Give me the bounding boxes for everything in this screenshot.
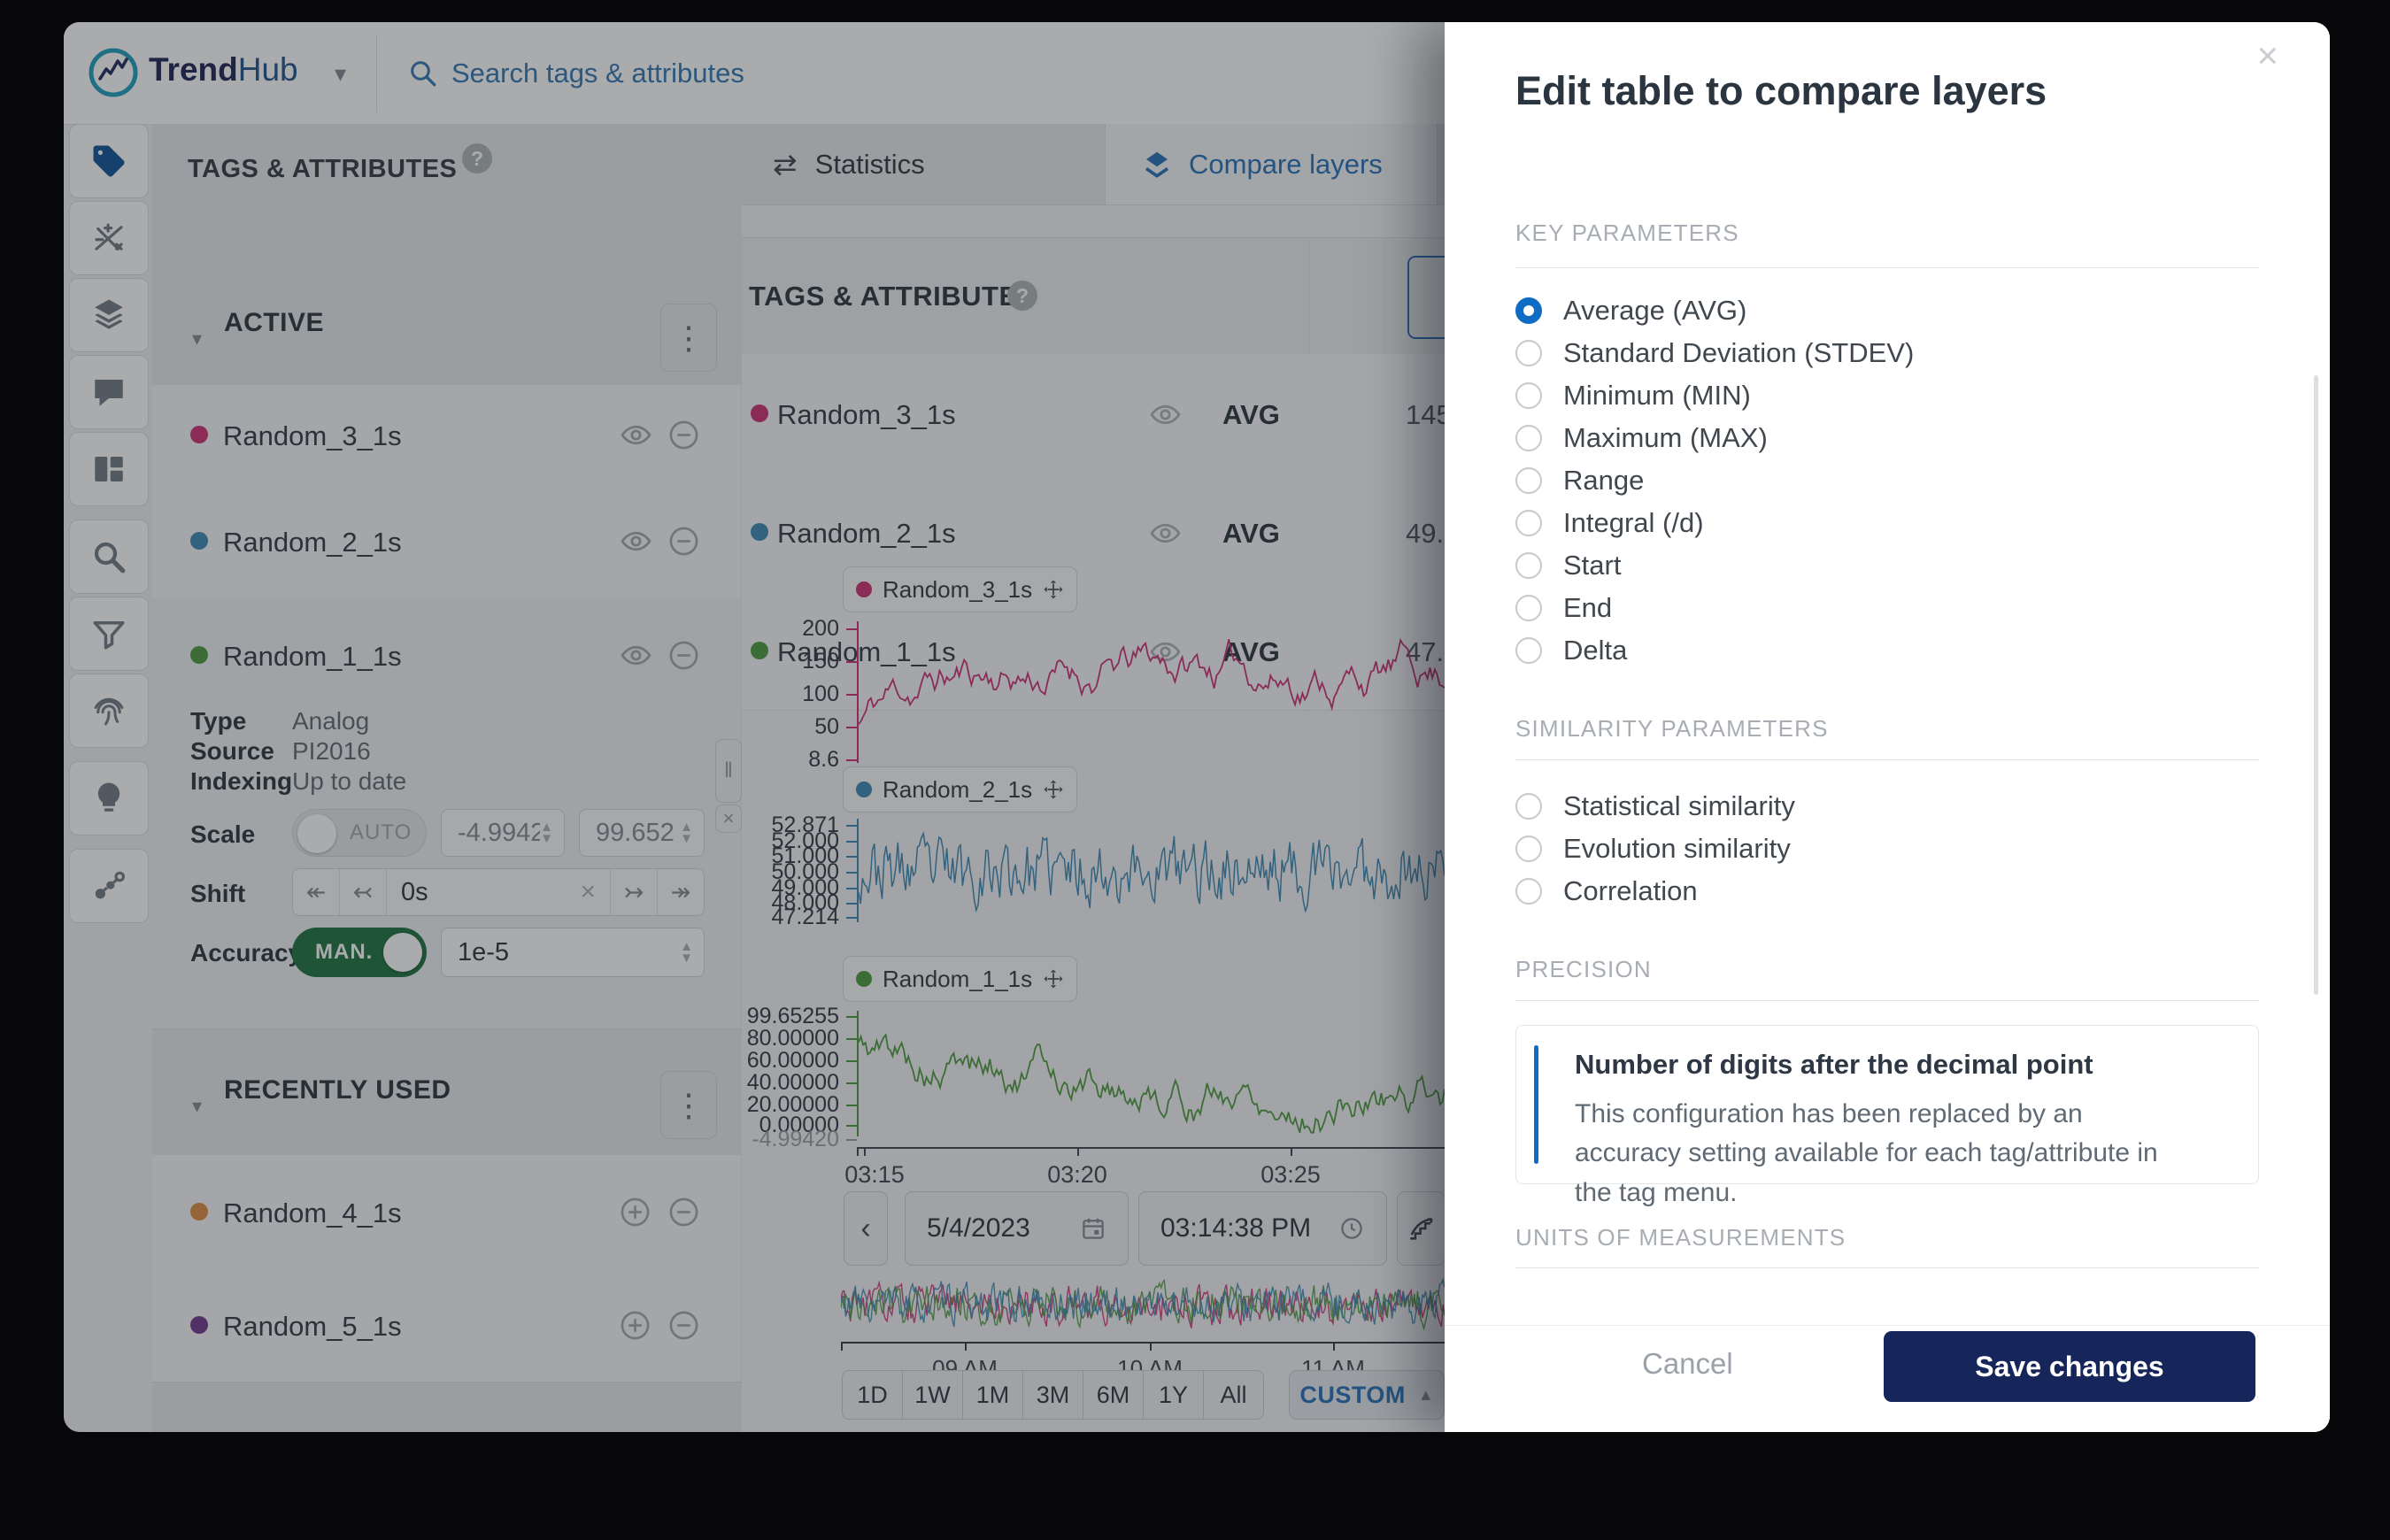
radio-icon[interactable] — [1515, 382, 1542, 409]
cancel-button[interactable]: Cancel — [1642, 1347, 1733, 1381]
radio-end[interactable]: End — [1515, 587, 1914, 629]
radio-icon[interactable] — [1515, 552, 1542, 579]
radio-average[interactable]: Average (AVG) — [1515, 289, 1914, 332]
radio-icon[interactable] — [1515, 467, 1542, 494]
modal-title: Edit table to compare layers — [1515, 68, 2047, 114]
save-changes-button[interactable]: Save changes — [1884, 1331, 2255, 1402]
radio-icon[interactable] — [1515, 637, 1542, 664]
modal-scrollbar[interactable] — [2314, 375, 2318, 995]
radio-statistical-similarity[interactable]: Statistical similarity — [1515, 785, 1795, 828]
divider — [1515, 267, 2259, 268]
radio-stdev[interactable]: Standard Deviation (STDEV) — [1515, 332, 1914, 374]
radio-integral[interactable]: Integral (/d) — [1515, 502, 1914, 544]
key-parameters-list: Average (AVG) Standard Deviation (STDEV)… — [1515, 289, 1914, 672]
edit-table-modal: × Edit table to compare layers KEY PARAM… — [1445, 22, 2330, 1432]
card-title: Number of digits after the decimal point — [1575, 1049, 2093, 1081]
radio-selected-icon[interactable] — [1515, 297, 1542, 324]
radio-icon[interactable] — [1515, 835, 1542, 862]
modal-footer: Cancel Save changes — [1445, 1325, 2330, 1432]
radio-start[interactable]: Start — [1515, 544, 1914, 587]
units-label: UNITS OF MEASUREMENTS — [1515, 1224, 1846, 1251]
card-body: This configuration has been replaced by … — [1575, 1095, 2194, 1213]
radio-icon[interactable] — [1515, 340, 1542, 366]
divider — [1515, 1267, 2259, 1268]
divider — [1515, 759, 2259, 760]
precision-info-card: Number of digits after the decimal point… — [1515, 1025, 2259, 1184]
divider — [1515, 1000, 2259, 1001]
radio-range[interactable]: Range — [1515, 459, 1914, 502]
app-window: TrendHub ▾ Search tags & attributes — [64, 22, 2330, 1432]
key-parameters-label: KEY PARAMETERS — [1515, 219, 1739, 247]
radio-icon[interactable] — [1515, 510, 1542, 536]
precision-label: PRECISION — [1515, 956, 1652, 983]
radio-evolution-similarity[interactable]: Evolution similarity — [1515, 828, 1795, 870]
similarity-parameters-list: Statistical similarity Evolution similar… — [1515, 785, 1795, 912]
radio-min[interactable]: Minimum (MIN) — [1515, 374, 1914, 417]
radio-icon[interactable] — [1515, 793, 1542, 820]
radio-icon[interactable] — [1515, 595, 1542, 621]
radio-delta[interactable]: Delta — [1515, 629, 1914, 672]
similarity-parameters-label: SIMILARITY PARAMETERS — [1515, 715, 1829, 743]
radio-max[interactable]: Maximum (MAX) — [1515, 417, 1914, 459]
radio-icon[interactable] — [1515, 425, 1542, 451]
radio-icon[interactable] — [1515, 878, 1542, 905]
screenshot: TrendHub ▾ Search tags & attributes — [0, 0, 2390, 1540]
radio-correlation[interactable]: Correlation — [1515, 870, 1795, 912]
close-icon[interactable]: × — [2256, 35, 2278, 77]
